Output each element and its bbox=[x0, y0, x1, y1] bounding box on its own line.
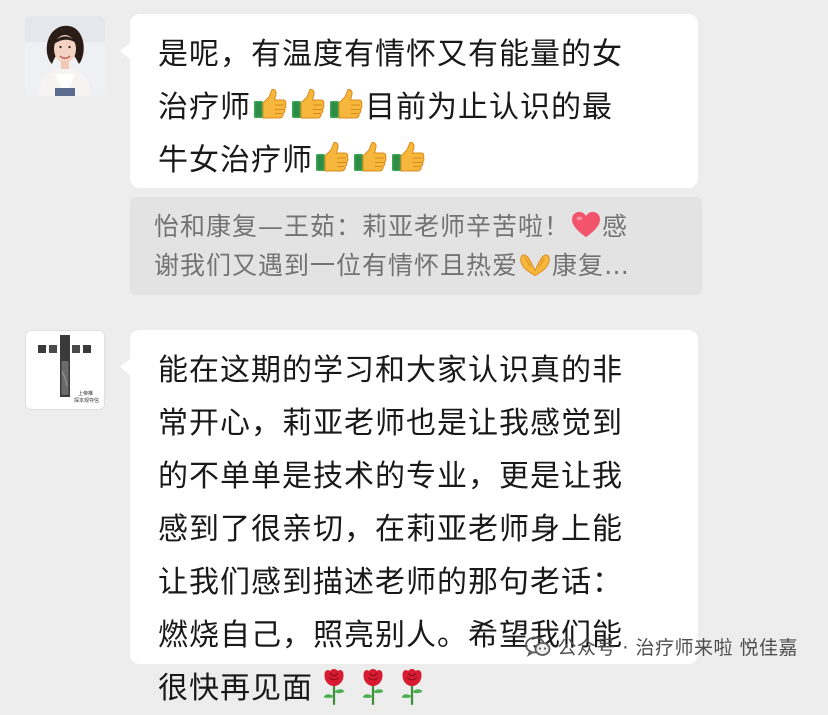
thumbs-up-icon bbox=[314, 140, 350, 174]
thumbs-up-icon bbox=[390, 140, 426, 174]
quote-line-1: 怡和康复—王茹：莉亚老师辛苦啦！ 感 bbox=[154, 207, 686, 246]
message-2-line-1: 能在这期的学习和大家认识真的非 bbox=[158, 353, 623, 388]
rose-icon bbox=[397, 668, 427, 706]
quote-line-2: 谢我们又遇到一位有情怀且热爱 康复… bbox=[154, 246, 686, 285]
message-1-line-2-text-after: 目前为止认识的最 bbox=[365, 90, 613, 125]
avatar-2-caption-2: 探本观夺信 bbox=[74, 398, 100, 404]
quote-line-1-text-after: 感 bbox=[602, 212, 629, 241]
sender-avatar-2[interactable]: 上帝推 探本观夺信 bbox=[25, 330, 105, 410]
wechat-official-account-icon bbox=[525, 636, 551, 657]
message-1-line-2-text: 治疗师 bbox=[158, 90, 251, 125]
message-bubble-1[interactable]: 是呢，有温度有情怀又有能量的女 治疗师 目前为止认识的最 牛女治疗师 bbox=[120, 14, 698, 188]
message-2-last-line-text: 很快再见面 bbox=[158, 671, 313, 706]
avatar-photo-icon bbox=[25, 16, 105, 96]
quote-line-2-text: 谢我们又遇到一位有情怀且热爱 bbox=[154, 251, 519, 280]
watermark-text: 公众号 · 治疗师来啦 悦佳嘉 bbox=[557, 637, 798, 659]
quote-line-1-text: 怡和康复—王茹：莉亚老师辛苦啦！ bbox=[154, 212, 571, 241]
sender-avatar-1[interactable] bbox=[25, 16, 105, 96]
quoted-message[interactable]: 怡和康复—王茹：莉亚老师辛苦啦！ 感 谢我们又遇到一位有情怀且热爱 康复… bbox=[130, 197, 702, 295]
message-1-line-3-text: 牛女治疗师 bbox=[158, 143, 313, 178]
avatar-2-caption-1: 上帝推 bbox=[78, 391, 94, 397]
message-2-line-3: 的不单单是技术的专业，更是让我 bbox=[158, 459, 623, 494]
thumbs-up-icon bbox=[290, 87, 326, 121]
message-2-line-5: 让我们感到描述老师的那句老话： bbox=[158, 565, 623, 600]
message-1-line-2: 治疗师 目前为止认识的最 bbox=[158, 81, 678, 134]
message-1-line-1: 是呢，有温度有情怀又有能量的女 bbox=[158, 37, 623, 72]
message-2-line-4: 感到了很亲切，在莉亚老师身上能 bbox=[158, 512, 623, 547]
rose-icon bbox=[358, 668, 388, 706]
message-1-line-3: 牛女治疗师 bbox=[158, 134, 678, 187]
thumbs-up-icon bbox=[328, 87, 364, 121]
message-2-line-2: 常开心，莉亚老师也是让我感觉到 bbox=[158, 406, 623, 441]
rose-icon bbox=[319, 668, 349, 706]
heart-hands-icon bbox=[519, 252, 551, 278]
message-bubble-2[interactable]: 能在这期的学习和大家认识真的非 常开心，莉亚老师也是让我感觉到 的不单单是技术的… bbox=[120, 330, 698, 706]
thumbs-up-icon bbox=[252, 87, 288, 121]
message-2-line-7: 很快再见面 bbox=[158, 662, 678, 715]
wechat-watermark: 公众号 · 治疗师来啦 悦佳嘉 bbox=[525, 633, 798, 660]
quote-line-2-text-after: 康复… bbox=[552, 251, 631, 280]
heart-icon bbox=[571, 211, 601, 239]
thumbs-up-icon bbox=[352, 140, 388, 174]
